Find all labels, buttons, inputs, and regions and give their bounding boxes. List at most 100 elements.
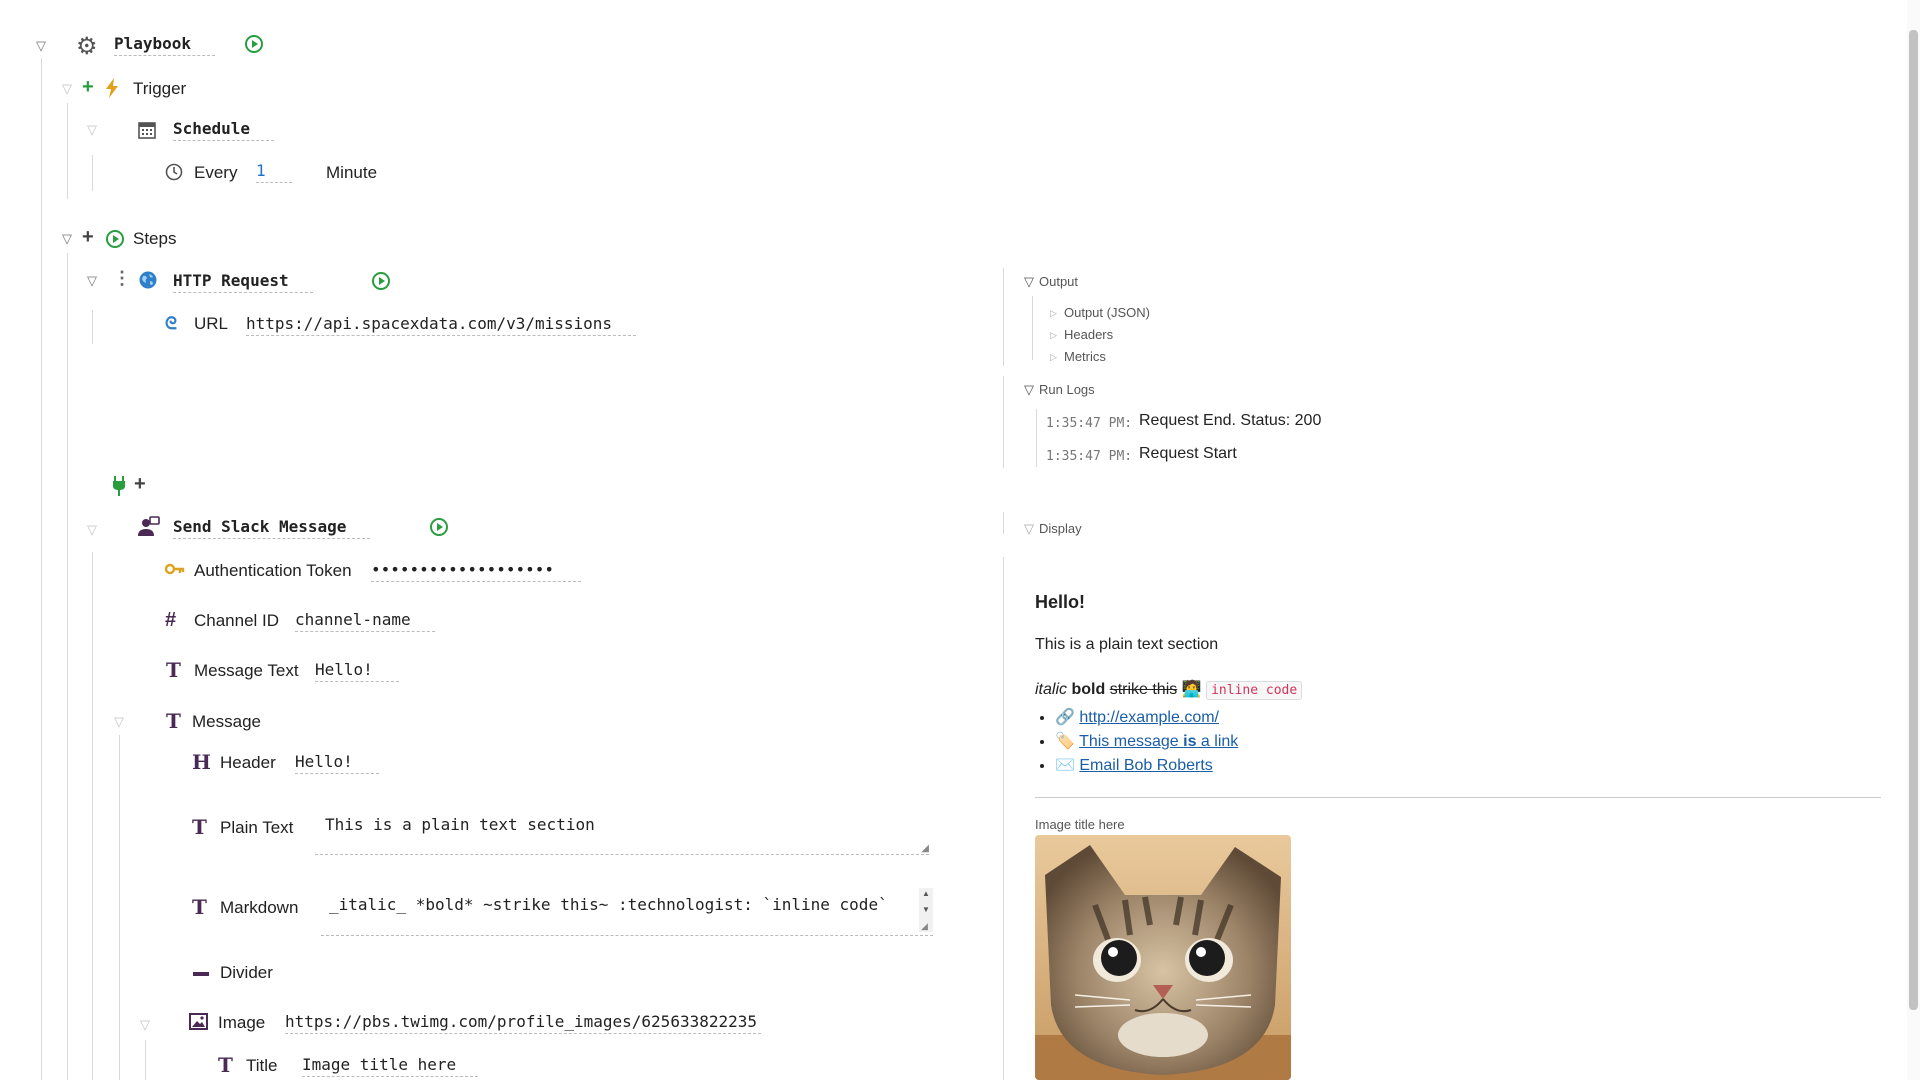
runlogs-label[interactable]: Run Logs bbox=[1039, 382, 1095, 397]
list-item: ✉️ Email Bob Roberts bbox=[1055, 754, 1238, 778]
headers-item[interactable]: Headers bbox=[1064, 327, 1113, 342]
markdown-text-area[interactable]: _italic_ *bold* ~strike this~ :technolog… bbox=[321, 888, 933, 936]
url-label: URL bbox=[194, 314, 229, 333]
display-plain-text: This is a plain text section bbox=[1035, 636, 1219, 653]
output-label[interactable]: Output bbox=[1039, 274, 1078, 289]
image-label: Image bbox=[218, 1013, 266, 1032]
display-markdown-line: italic bold strike this 🧑‍💻 inline code bbox=[1035, 679, 1303, 700]
plain-text-area[interactable]: This is a plain text section ◢ bbox=[315, 806, 929, 855]
text-icon: T bbox=[218, 1053, 233, 1077]
link-text-b: is bbox=[1183, 733, 1197, 750]
output-json-item[interactable]: Output (JSON) bbox=[1064, 305, 1150, 320]
message-text-label: Message Text bbox=[194, 661, 299, 680]
link-text-c: a link bbox=[1196, 733, 1239, 750]
trigger-collapse-toggle[interactable]: ▽ bbox=[62, 81, 72, 97]
steps-label: Steps bbox=[133, 229, 177, 248]
link-emoji: 🔗 bbox=[1055, 709, 1075, 726]
plain-text-value: This is a plain text section bbox=[325, 815, 595, 834]
slack-collapse-toggle[interactable]: ▽ bbox=[87, 522, 97, 538]
resize-handle-icon[interactable]: ◢ bbox=[921, 921, 928, 932]
image-title-input[interactable]: Image title here bbox=[302, 1055, 478, 1077]
playbook-title[interactable]: Playbook bbox=[114, 34, 216, 56]
runlogs-panel-border bbox=[1003, 376, 1004, 468]
tag-emoji: 🏷️ bbox=[1055, 733, 1075, 750]
email-link[interactable]: Email Bob Roberts bbox=[1079, 757, 1212, 774]
output-collapse-toggle[interactable]: ▽ bbox=[1024, 274, 1034, 290]
slack-title[interactable]: Send Slack Message bbox=[173, 517, 371, 539]
tree-guide-steps bbox=[67, 253, 68, 1080]
message-label: Message bbox=[192, 712, 261, 731]
channel-id-input[interactable]: channel-name bbox=[295, 610, 435, 632]
runlogs-tree-guide bbox=[1036, 409, 1037, 467]
resize-handle-icon[interactable]: ◢ bbox=[921, 843, 929, 854]
auth-token-input[interactable]: ••••••••••••••••••• bbox=[371, 560, 581, 582]
display-label[interactable]: Display bbox=[1039, 521, 1082, 536]
playbook-collapse-toggle[interactable]: ▽ bbox=[36, 38, 46, 54]
list-item: 🔗 http://example.com/ bbox=[1055, 706, 1238, 730]
header-input[interactable]: Hello! bbox=[295, 752, 379, 774]
tree-guide-trigger bbox=[67, 103, 68, 199]
inline-code: inline code bbox=[1206, 681, 1303, 700]
url-input[interactable]: https://api.spacexdata.com/v3/missions bbox=[246, 314, 636, 336]
add-step-icon[interactable]: + bbox=[82, 226, 94, 249]
schedule-collapse-toggle[interactable]: ▽ bbox=[87, 122, 97, 138]
markdown-scrollbar[interactable]: ▲ ▼ ◢ bbox=[919, 888, 933, 932]
steps-collapse-toggle[interactable]: ▽ bbox=[62, 231, 72, 247]
display-panel-border-top bbox=[1003, 512, 1004, 534]
tree-guide-message bbox=[119, 735, 120, 1080]
expand-output-json-icon[interactable]: ▷ bbox=[1050, 308, 1057, 319]
divider-icon bbox=[193, 972, 209, 976]
every-value-input[interactable]: 1 bbox=[256, 161, 292, 183]
output-panel-border bbox=[1003, 268, 1004, 366]
http-collapse-toggle[interactable]: ▽ bbox=[87, 273, 97, 289]
output-tree-guide bbox=[1032, 296, 1033, 360]
run-steps-icon[interactable] bbox=[106, 230, 124, 248]
scroll-up-icon[interactable]: ▲ bbox=[922, 889, 930, 898]
text-icon: T bbox=[192, 815, 207, 839]
more-vertical-icon[interactable]: ⋮ bbox=[113, 268, 131, 289]
metrics-item[interactable]: Metrics bbox=[1064, 349, 1106, 364]
every-label: Every bbox=[194, 163, 238, 182]
log-text: Request Start bbox=[1139, 445, 1237, 462]
image-url-input[interactable]: https://pbs.twimg.com/profile_images/625… bbox=[285, 1012, 761, 1034]
list-item: 🏷️ This message is a link bbox=[1055, 730, 1238, 754]
expand-metrics-icon[interactable]: ▷ bbox=[1050, 352, 1057, 363]
message-link[interactable]: This message is a link bbox=[1079, 733, 1238, 750]
scroll-down-icon[interactable]: ▼ bbox=[922, 905, 930, 914]
example-link[interactable]: http://example.com/ bbox=[1079, 709, 1219, 726]
page-scrollbar[interactable] bbox=[1907, 0, 1920, 1080]
image-icon bbox=[189, 1013, 208, 1030]
italic-text: italic bbox=[1035, 681, 1068, 698]
plug-icon bbox=[113, 476, 125, 496]
schedule-title[interactable]: Schedule bbox=[173, 119, 275, 141]
expand-headers-icon[interactable]: ▷ bbox=[1050, 330, 1057, 341]
markdown-value: _italic_ *bold* ~strike this~ :technolog… bbox=[329, 895, 888, 914]
add-step-between-icon[interactable]: + bbox=[134, 473, 146, 496]
header-label: Header bbox=[220, 753, 276, 772]
tree-guide-root bbox=[41, 58, 42, 1080]
display-collapse-toggle[interactable]: ▽ bbox=[1024, 521, 1034, 537]
runlogs-collapse-toggle[interactable]: ▽ bbox=[1024, 382, 1034, 398]
message-collapse-toggle[interactable]: ▽ bbox=[114, 714, 124, 730]
run-playbook-icon[interactable] bbox=[245, 35, 263, 53]
run-slack-icon[interactable] bbox=[430, 518, 448, 536]
unit-select[interactable]: Minute bbox=[326, 163, 377, 183]
run-http-icon[interactable] bbox=[372, 272, 390, 290]
tree-guide-image bbox=[145, 1040, 146, 1080]
text-icon: T bbox=[166, 658, 181, 682]
image-collapse-toggle[interactable]: ▽ bbox=[140, 1017, 150, 1033]
display-image-title: Image title here bbox=[1035, 817, 1125, 832]
http-title[interactable]: HTTP Request bbox=[173, 271, 313, 293]
envelope-emoji: ✉️ bbox=[1055, 757, 1075, 774]
cat-image bbox=[1035, 835, 1291, 1080]
bold-text: bold bbox=[1071, 681, 1106, 698]
tree-guide-http bbox=[92, 310, 93, 344]
person-message-icon bbox=[138, 516, 160, 536]
auth-token-label: Authentication Token bbox=[194, 561, 352, 580]
display-heading: Hello! bbox=[1035, 592, 1086, 612]
text-icon: T bbox=[192, 895, 207, 919]
add-trigger-icon[interactable]: + bbox=[82, 76, 94, 99]
message-text-input[interactable]: Hello! bbox=[315, 660, 399, 682]
display-panel-border bbox=[1003, 557, 1004, 1080]
page-scrollbar-thumb[interactable] bbox=[1909, 30, 1918, 1010]
